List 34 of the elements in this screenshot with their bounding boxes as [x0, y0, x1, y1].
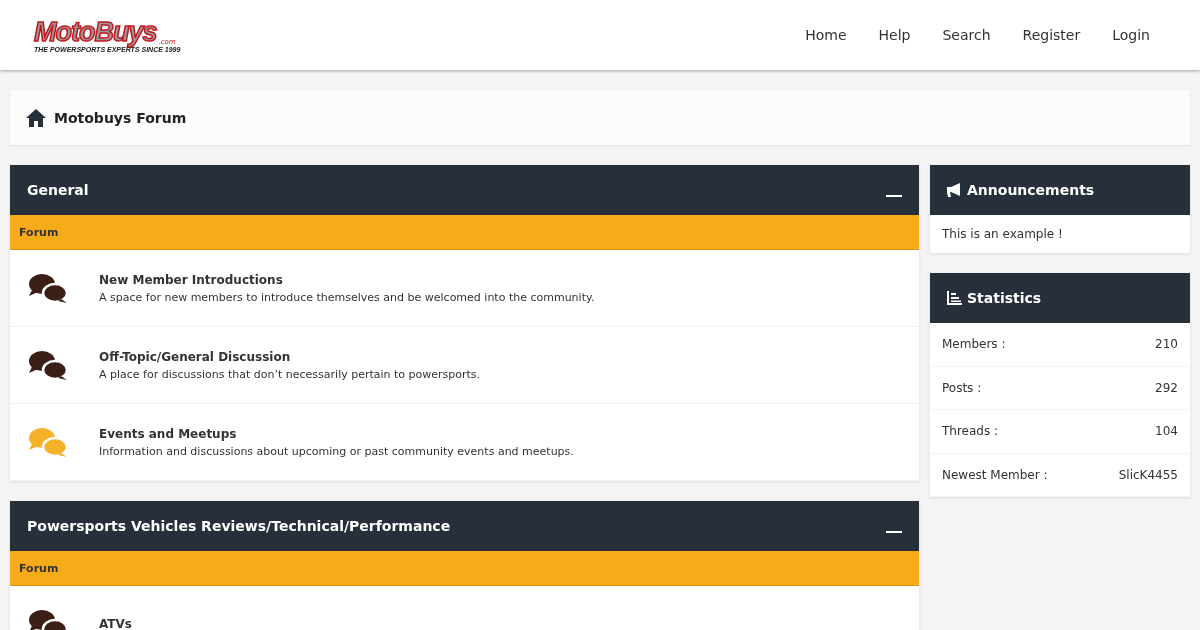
column-label: Forum: [19, 225, 59, 239]
chart-icon: [947, 291, 962, 305]
stat-value: 292: [1155, 380, 1178, 395]
minus-icon[interactable]: [886, 195, 902, 197]
card-title: Statistics: [967, 290, 1042, 306]
nav-link[interactable]: Search: [926, 27, 1007, 43]
stat-label: Threads :: [942, 424, 999, 439]
category-title: General: [27, 182, 89, 198]
nav-link[interactable]: Home: [789, 27, 863, 43]
nav-link[interactable]: Help: [862, 27, 927, 43]
breadcrumb-link[interactable]: Motobuys Forum: [54, 109, 187, 126]
megaphone-icon: [947, 183, 962, 197]
stat-label: Members :: [942, 337, 1006, 352]
stat-value: SlicK4455: [1118, 467, 1178, 482]
minus-icon[interactable]: [886, 531, 902, 533]
forum-description: A space for new members to introduce themselves and be welcomed into the community.: [99, 290, 595, 304]
forum-description: Information and discussions about upcoming or past community events and meetups.: [99, 444, 574, 458]
forum-description: A place for discussions that don’t necessarily pertain to powersports.: [99, 367, 481, 381]
stat-label: Posts :: [942, 380, 982, 395]
forum-title-link[interactable]: Off-Topic/General Discussion: [99, 349, 481, 364]
forum-title-link[interactable]: Events and Meetups: [99, 426, 574, 441]
announcement-text: This is an example !: [941, 226, 1064, 243]
stat-label: Newest Member :: [942, 467, 1048, 482]
nav-link[interactable]: Register: [1006, 27, 1097, 43]
forum-title-link[interactable]: ATVs: [99, 617, 132, 630]
logo-wordmark[interactable]: MotoBuys: [34, 17, 157, 46]
home-icon[interactable]: [26, 108, 46, 127]
column-label: Forum: [19, 561, 59, 575]
forum-title-link[interactable]: New Member Introductions: [99, 272, 595, 287]
card-title: Announcements: [967, 182, 1095, 198]
stat-value: 210: [1155, 337, 1178, 352]
category-title: Powersports Vehicles Reviews/Technical/Performance: [27, 518, 451, 534]
stat-value: 104: [1155, 424, 1178, 439]
nav-link[interactable]: Login: [1096, 27, 1166, 43]
